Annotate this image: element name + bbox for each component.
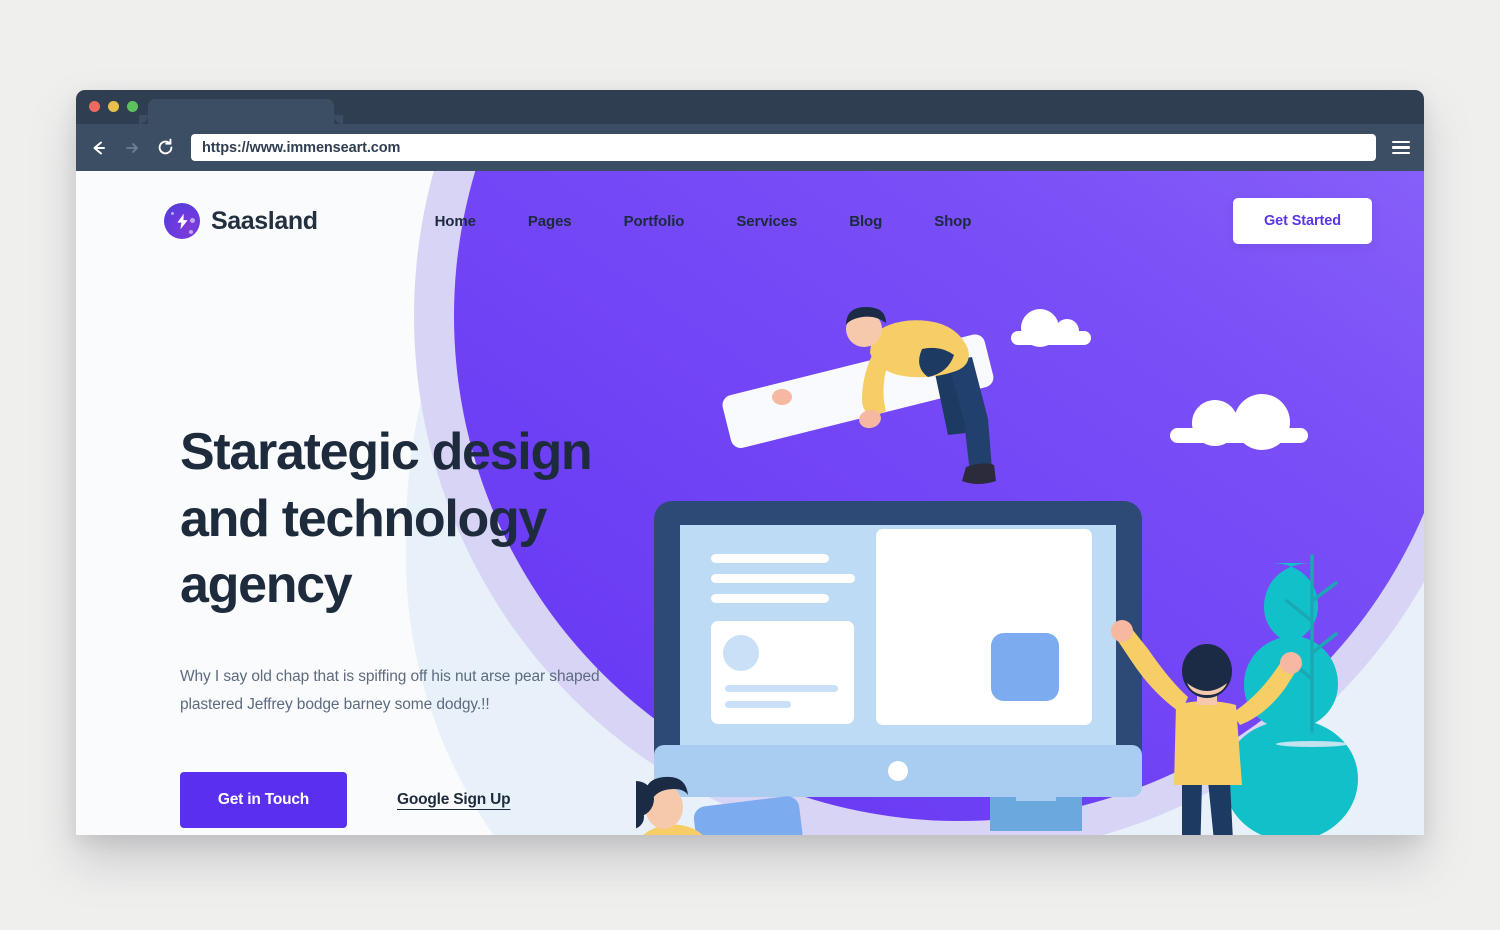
brand-logo[interactable]: Saasland: [164, 203, 318, 239]
hero-title-line: and technology: [180, 489, 547, 548]
hero-illustration: [636, 301, 1376, 835]
hero-title-line: agency: [180, 556, 353, 615]
address-bar[interactable]: https://www.immenseart.com: [191, 134, 1376, 161]
forward-button[interactable]: [121, 137, 143, 159]
hero-actions: Get in Touch Google Sign Up: [180, 772, 680, 829]
menu-line: [1392, 140, 1410, 144]
brand-name: Saasland: [211, 206, 318, 235]
browser-tab[interactable]: [139, 99, 343, 124]
nav-item-home[interactable]: Home: [435, 213, 476, 230]
get-started-button[interactable]: Get Started: [1232, 198, 1372, 244]
hero-title-line: Starategic design: [180, 423, 593, 481]
nav-item-shop[interactable]: Shop: [934, 213, 971, 230]
close-window-button[interactable]: [89, 101, 100, 112]
tree-illustration: [1224, 554, 1358, 835]
browser-toolbar: https://www.immenseart.com: [76, 124, 1424, 171]
browser-window: https://www.immenseart.com Saasland Home…: [76, 90, 1424, 835]
site-header: Saasland Home Pages Portfolio Services B…: [76, 171, 1424, 271]
desktop-monitor: [654, 501, 1142, 831]
google-sign-up-link[interactable]: Google Sign Up: [397, 791, 511, 809]
lightning-bolt-icon: [164, 203, 200, 239]
hero-subtitle: Why I say old chap that is spiffing off …: [180, 663, 600, 721]
browser-titlebar: [76, 90, 1424, 124]
page-viewport: Saasland Home Pages Portfolio Services B…: [76, 171, 1424, 835]
hamburger-menu-icon[interactable]: [1392, 139, 1410, 157]
nav-item-services[interactable]: Services: [736, 213, 797, 230]
hero-title: Starategic design and technology agency: [180, 419, 680, 619]
main-navigation: Home Pages Portfolio Services Blog Shop: [435, 213, 972, 230]
minimize-window-button[interactable]: [108, 101, 119, 112]
hero-subtitle-line: Why I say old chap that is spiffing off …: [180, 667, 546, 685]
nav-item-portfolio[interactable]: Portfolio: [624, 213, 685, 230]
reload-icon: [158, 138, 172, 155]
reload-button[interactable]: [154, 137, 176, 159]
arrow-left-icon: [93, 141, 105, 154]
nav-item-pages[interactable]: Pages: [528, 213, 572, 230]
hero-section: Starategic design and technology agency …: [180, 419, 680, 829]
url-text: https://www.immenseart.com: [202, 139, 401, 156]
get-in-touch-button[interactable]: Get in Touch: [180, 772, 347, 829]
maximize-window-button[interactable]: [127, 101, 138, 112]
menu-line: [1392, 151, 1410, 155]
window-controls: [89, 101, 138, 112]
arrow-right-icon: [126, 142, 138, 153]
back-button[interactable]: [88, 137, 110, 159]
menu-line: [1392, 146, 1410, 149]
nav-item-blog[interactable]: Blog: [849, 213, 882, 230]
